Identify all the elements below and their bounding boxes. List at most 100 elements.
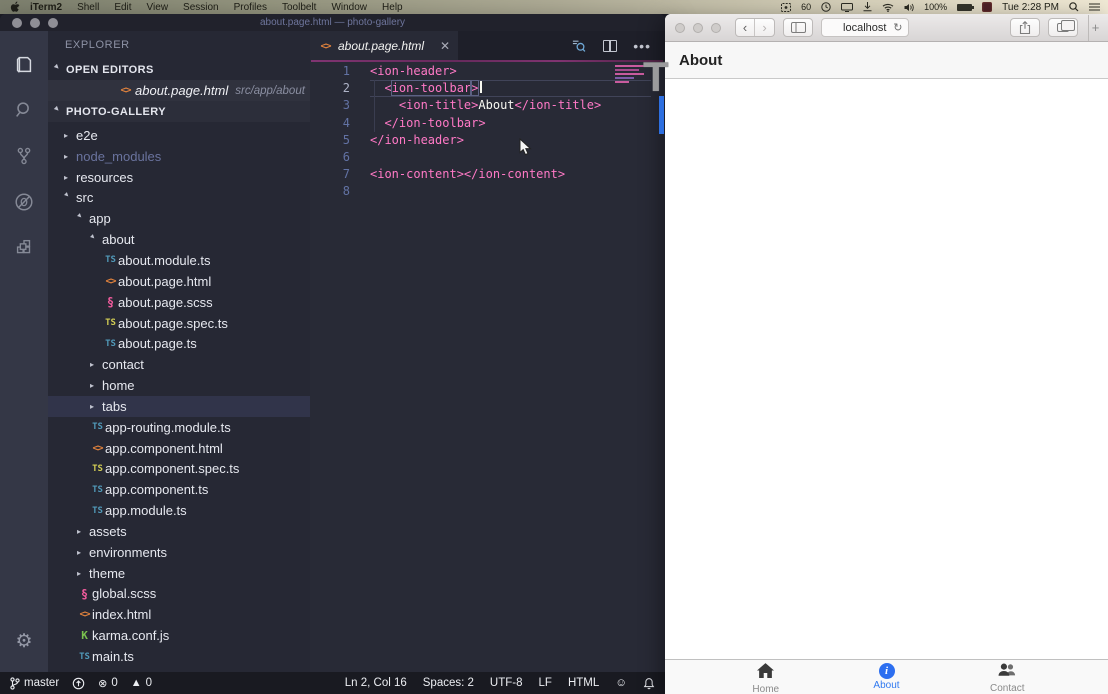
tree-file-about-page-spec-ts[interactable]: TSabout.page.spec.ts	[48, 313, 310, 334]
forward-button[interactable]: ›	[755, 19, 774, 36]
safari-traffic-lights[interactable]	[675, 23, 721, 33]
tree-file-index-html[interactable]: <>index.html	[48, 604, 310, 625]
tree-file-app-routing-module-ts[interactable]: TSapp-routing.module.ts	[48, 417, 310, 438]
editor-tab-about-page-html[interactable]: <> about.page.html ✕	[310, 31, 458, 61]
app-status-icon[interactable]	[982, 2, 992, 12]
tree-file-karma-conf-js[interactable]: Kkarma.conf.js	[48, 625, 310, 646]
menu-item-window[interactable]: Window	[331, 2, 367, 13]
more-actions-icon[interactable]: •••	[633, 38, 651, 54]
vscode-titlebar[interactable]: about.page.html — photo-gallery	[0, 14, 665, 31]
ionic-tab-about[interactable]: iAbout	[867, 663, 907, 691]
code-editor[interactable]: 1<ion-header>2 <ion-toolbar>3 <ion-title…	[310, 63, 665, 672]
display-icon[interactable]	[841, 3, 853, 12]
reload-icon[interactable]: ↻	[893, 21, 902, 34]
tree-file-app-module-ts[interactable]: TSapp.module.ts	[48, 500, 310, 521]
cursor-position[interactable]: Ln 2, Col 16	[345, 677, 407, 689]
menu-item-iterm2[interactable]: iTerm2	[30, 2, 62, 13]
tree-file-about-page-html[interactable]: <>about.page.html	[48, 271, 310, 292]
debug-icon[interactable]	[0, 179, 48, 225]
tab-overview-button[interactable]	[1048, 18, 1078, 37]
apple-menu-icon[interactable]	[10, 1, 20, 13]
tree-folder-tabs[interactable]: ▸tabs	[48, 396, 310, 417]
explorer-icon[interactable]	[0, 41, 48, 87]
tree-file-app-component-ts[interactable]: TSapp.component.ts	[48, 479, 310, 500]
tree-file-about-page-scss[interactable]: §about.page.scss	[48, 292, 310, 313]
menu-item-shell[interactable]: Shell	[77, 2, 99, 13]
tree-folder-theme[interactable]: ▸theme	[48, 563, 310, 584]
battery-icon[interactable]	[957, 4, 972, 11]
volume-icon[interactable]	[904, 3, 914, 12]
warnings-indicator[interactable]: ▲ 0	[131, 677, 152, 689]
settings-gear-icon[interactable]: ⚙	[0, 618, 48, 664]
sync-changes-button[interactable]	[72, 677, 85, 690]
tree-folder-src[interactable]: ▸src	[48, 188, 310, 209]
open-editors-header[interactable]: ▸ OPEN EDITORS	[48, 59, 310, 80]
sixty-badge-icon[interactable]: 60	[801, 2, 811, 12]
tree-folder-home[interactable]: ▸home	[48, 375, 310, 396]
screenshot-icon[interactable]	[781, 3, 791, 12]
tree-folder-assets[interactable]: ▸assets	[48, 521, 310, 542]
wifi-icon[interactable]	[882, 3, 894, 12]
split-editor-icon[interactable]	[603, 40, 617, 52]
notification-center-icon[interactable]	[1089, 3, 1100, 11]
clock-icon[interactable]	[821, 2, 831, 12]
code-line-6[interactable]: 6	[310, 149, 665, 166]
ts-file-icon: TS	[103, 255, 118, 265]
open-editor-item[interactable]: <>about.page.htmlsrc/app/about	[48, 80, 310, 101]
menu-item-help[interactable]: Help	[382, 2, 403, 13]
tree-file-about-module-ts[interactable]: TSabout.module.ts	[48, 250, 310, 271]
code-line-8[interactable]: 8	[310, 183, 665, 200]
tree-item-label: app.module.ts	[105, 503, 187, 518]
menu-item-toolbelt[interactable]: Toolbelt	[282, 2, 316, 13]
spotlight-icon[interactable]	[1069, 2, 1079, 12]
code-line-1[interactable]: 1<ion-header>	[310, 63, 665, 80]
menu-item-edit[interactable]: Edit	[114, 2, 131, 13]
ionic-tab-contact[interactable]: Contact	[987, 663, 1027, 694]
language-mode[interactable]: HTML	[568, 677, 599, 689]
search-icon[interactable]	[0, 87, 48, 133]
address-bar[interactable]: localhost ↻	[821, 18, 909, 37]
sidebar-toggle-button[interactable]	[783, 18, 813, 37]
code-line-2[interactable]: 2 <ion-toolbar>	[310, 80, 665, 97]
code-line-4[interactable]: 4 </ion-toolbar>	[310, 115, 665, 132]
menu-item-profiles[interactable]: Profiles	[234, 2, 267, 13]
ionic-tab-home[interactable]: Home	[746, 663, 786, 694]
tree-folder-app[interactable]: ▸app	[48, 208, 310, 229]
source-control-icon[interactable]	[0, 133, 48, 179]
tree-file-global-scss[interactable]: §global.scss	[48, 584, 310, 605]
feedback-smiley-icon[interactable]: ☺	[615, 677, 627, 689]
tab-close-icon[interactable]: ✕	[440, 39, 450, 53]
extensions-icon[interactable]	[0, 225, 48, 271]
tree-folder-environments[interactable]: ▸environments	[48, 542, 310, 563]
errors-indicator[interactable]: ⊗ 0	[98, 677, 118, 690]
download-icon[interactable]	[863, 2, 872, 12]
notifications-bell-icon[interactable]	[643, 677, 655, 690]
menubar-clock[interactable]: Tue 2:28 PM	[1002, 2, 1059, 13]
tree-folder-e2e[interactable]: ▸e2e	[48, 125, 310, 146]
tree-file-app-component-spec-ts[interactable]: TSapp.component.spec.ts	[48, 459, 310, 480]
line-number: 2	[310, 80, 350, 97]
new-tab-button[interactable]: +	[1088, 15, 1102, 41]
code-line-5[interactable]: 5</ion-header>	[310, 132, 665, 149]
tree-folder-contact[interactable]: ▸contact	[48, 354, 310, 375]
menu-item-session[interactable]: Session	[183, 2, 219, 13]
encoding-setting[interactable]: UTF-8	[490, 677, 523, 689]
vscode-traffic-lights[interactable]	[12, 14, 58, 31]
git-branch-indicator[interactable]: master	[10, 677, 59, 690]
tree-folder-node-modules[interactable]: ▸node_modules	[48, 146, 310, 167]
tree-folder-about[interactable]: ▸about	[48, 229, 310, 250]
tree-folder-resources[interactable]: ▸resources	[48, 167, 310, 188]
open-preview-icon[interactable]	[570, 38, 587, 54]
tree-file-about-page-ts[interactable]: TSabout.page.ts	[48, 333, 310, 354]
project-section-header[interactable]: ▸ PHOTO-GALLERY	[48, 101, 310, 122]
menu-item-view[interactable]: View	[147, 2, 169, 13]
back-button[interactable]: ‹	[736, 19, 755, 36]
eol-setting[interactable]: LF	[539, 677, 552, 689]
code-line-7[interactable]: 7<ion-content></ion-content>	[310, 166, 665, 183]
gif-artifact-line	[311, 60, 663, 62]
share-button[interactable]	[1010, 18, 1040, 37]
tree-file-main-ts[interactable]: TSmain.ts	[48, 646, 310, 667]
indentation-setting[interactable]: Spaces: 2	[423, 677, 474, 689]
code-line-3[interactable]: 3 <ion-title>About</ion-title>	[310, 97, 665, 114]
tree-file-app-component-html[interactable]: <>app.component.html	[48, 438, 310, 459]
